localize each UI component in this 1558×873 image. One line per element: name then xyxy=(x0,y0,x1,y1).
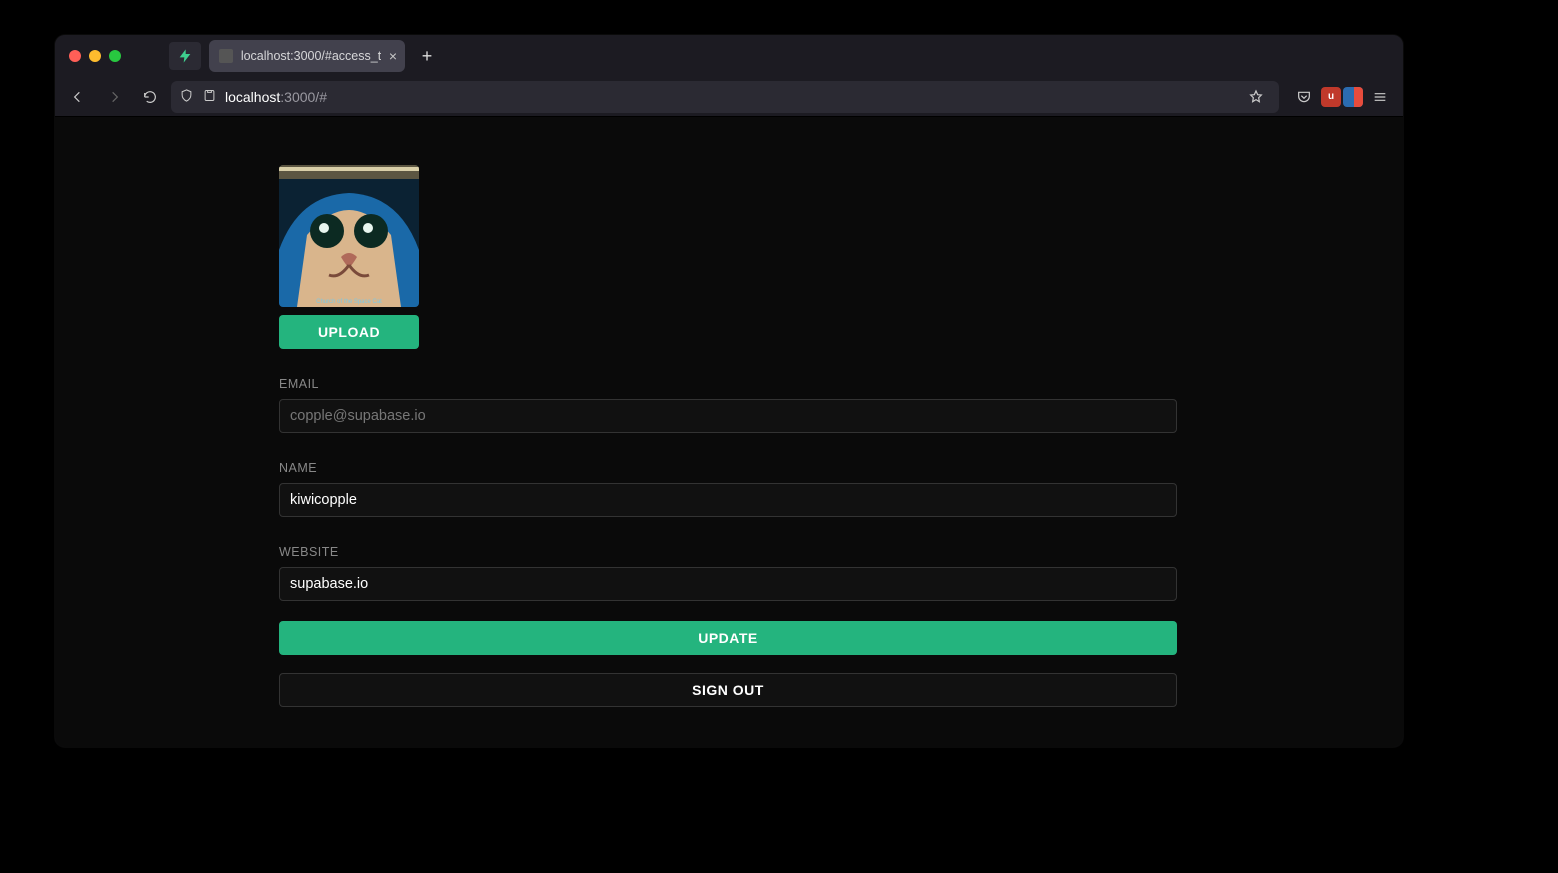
forward-button[interactable] xyxy=(99,82,129,112)
maximize-window-button[interactable] xyxy=(109,50,121,62)
profile-form: Church of the Space Cat UPLOAD EMAIL NAM… xyxy=(279,165,1177,707)
avatar-image: Church of the Space Cat xyxy=(279,165,419,307)
name-input[interactable] xyxy=(279,483,1177,517)
svg-text:Church of the Space Cat: Church of the Space Cat xyxy=(316,299,382,305)
website-label: WEBSITE xyxy=(279,545,1177,559)
pocket-icon[interactable] xyxy=(1289,82,1319,112)
page-info-icon[interactable] xyxy=(202,88,217,106)
new-tab-button[interactable]: + xyxy=(413,42,441,70)
toolbar-right-cluster: u xyxy=(1289,82,1395,112)
reload-button[interactable] xyxy=(135,82,165,112)
hamburger-menu-icon[interactable] xyxy=(1365,82,1395,112)
tab-strip: localhost:3000/#access_token= × + xyxy=(55,35,1403,77)
url-host: localhost xyxy=(225,89,280,105)
name-label: NAME xyxy=(279,461,1177,475)
browser-window: localhost:3000/#access_token= × + localh… xyxy=(55,35,1403,747)
browser-toolbar: localhost:3000/# u xyxy=(55,77,1403,117)
email-label: EMAIL xyxy=(279,377,1177,391)
shield-icon[interactable] xyxy=(179,88,194,106)
website-input[interactable] xyxy=(279,567,1177,601)
extension-ublock-icon[interactable]: u xyxy=(1321,87,1341,107)
tab-favicon xyxy=(219,49,233,63)
window-traffic-lights xyxy=(69,50,121,62)
email-field-group: EMAIL xyxy=(279,377,1177,433)
extension-icon[interactable] xyxy=(1343,87,1363,107)
url-path: :3000/# xyxy=(280,89,327,105)
upload-button[interactable]: UPLOAD xyxy=(279,315,419,349)
signout-button[interactable]: SIGN OUT xyxy=(279,673,1177,707)
email-input xyxy=(279,399,1177,433)
close-window-button[interactable] xyxy=(69,50,81,62)
minimize-window-button[interactable] xyxy=(89,50,101,62)
name-field-group: NAME xyxy=(279,461,1177,517)
update-button[interactable]: UPDATE xyxy=(279,621,1177,655)
address-bar[interactable]: localhost:3000/# xyxy=(171,81,1279,113)
bookmark-star-icon[interactable] xyxy=(1241,82,1271,112)
url-text: localhost:3000/# xyxy=(225,89,327,105)
page-content: Church of the Space Cat UPLOAD EMAIL NAM… xyxy=(55,117,1403,747)
tab-close-icon[interactable]: × xyxy=(389,49,397,63)
pinned-tab-supabase[interactable] xyxy=(169,42,201,70)
browser-tab[interactable]: localhost:3000/#access_token= × xyxy=(209,40,405,72)
website-field-group: WEBSITE xyxy=(279,545,1177,601)
back-button[interactable] xyxy=(63,82,93,112)
tab-title: localhost:3000/#access_token= xyxy=(241,49,381,63)
